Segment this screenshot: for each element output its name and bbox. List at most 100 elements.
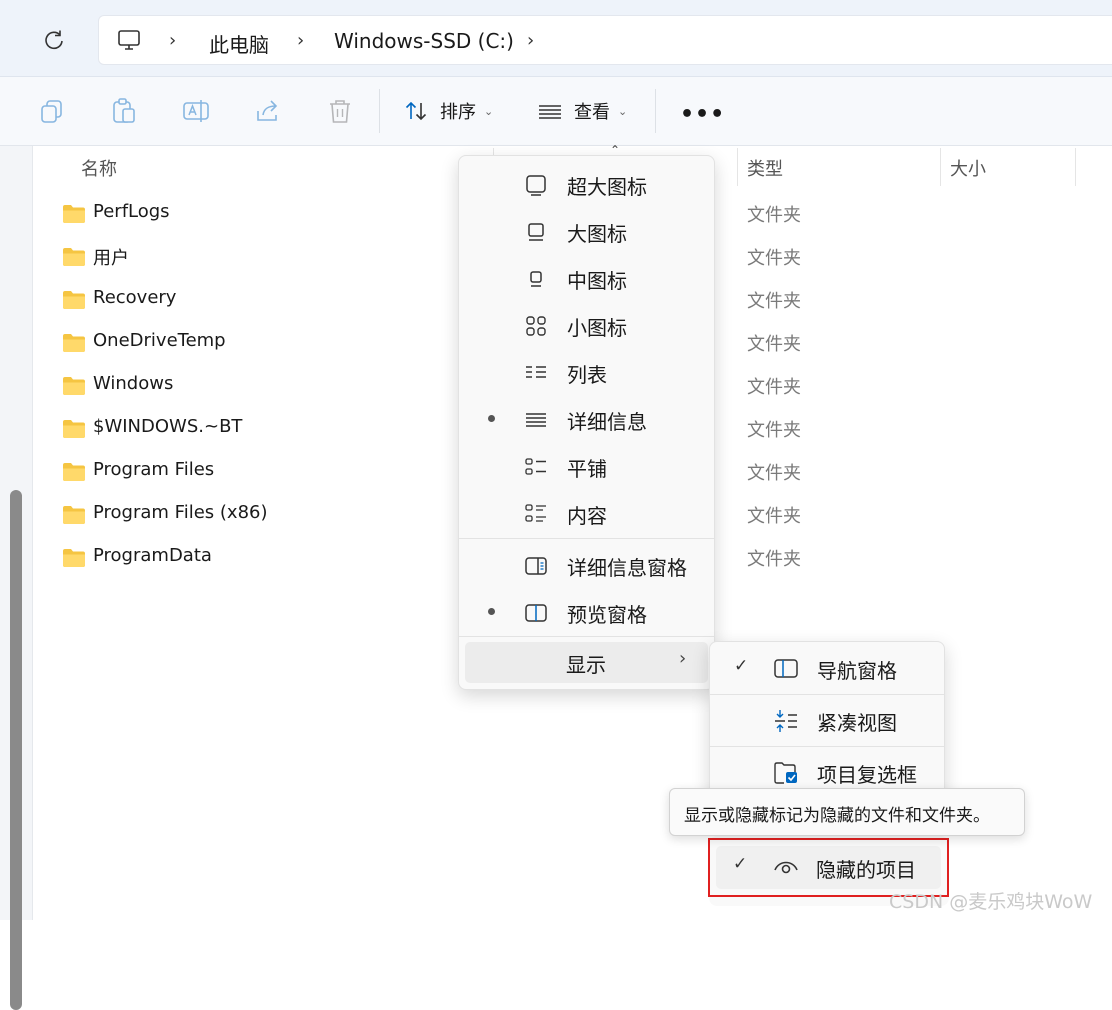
- menu-item-label: 导航窗格: [817, 659, 897, 683]
- file-name: 用户: [93, 248, 129, 269]
- menu-item-label: 内容: [567, 504, 607, 528]
- folder-icon: [62, 462, 86, 486]
- sort-button[interactable]: 排序 ⌄: [404, 95, 493, 127]
- menu-divider: [710, 694, 944, 695]
- navigation-pane[interactable]: [0, 146, 33, 1010]
- more-options-button[interactable]: •••: [680, 102, 725, 127]
- file-type: 文件夹: [747, 463, 801, 484]
- folder-icon: [62, 204, 86, 228]
- chevron-right-icon[interactable]: ›: [297, 30, 304, 51]
- menu-item-details[interactable]: 详细信息: [459, 397, 714, 441]
- folder-icon: [62, 333, 86, 357]
- menu-item-tiles[interactable]: 平铺: [459, 444, 714, 488]
- menu-item-show[interactable]: 显示 ›: [465, 642, 708, 683]
- paste-icon[interactable]: [110, 97, 138, 125]
- copy-icon[interactable]: [38, 97, 66, 125]
- menu-item-details-pane[interactable]: 详细信息窗格: [459, 543, 714, 587]
- file-type: 文件夹: [747, 420, 801, 441]
- file-type: 文件夹: [747, 549, 801, 570]
- view-menu: 超大图标大图标中图标小图标 列表详细信息平铺内容 详细信息窗格 预览窗格 显示 ›: [458, 155, 715, 690]
- toolbar-divider: [379, 89, 380, 133]
- column-header-size[interactable]: 大小: [950, 155, 986, 181]
- menu-item-label: 项目复选框: [817, 763, 917, 787]
- file-name: PerfLogs: [93, 201, 170, 222]
- content-icon: [525, 504, 546, 522]
- eye-icon: [774, 861, 798, 874]
- share-icon[interactable]: [254, 97, 282, 125]
- column-header-name[interactable]: 名称: [81, 155, 117, 181]
- menu-item-medium-icons[interactable]: 中图标: [459, 256, 714, 300]
- file-name: OneDriveTemp: [93, 330, 226, 351]
- file-name: Program Files (x86): [93, 502, 268, 523]
- compact-view-icon: [775, 710, 797, 732]
- menu-item-label: 详细信息: [567, 410, 647, 434]
- folder-icon: [62, 376, 86, 400]
- item-checkboxes-icon: [774, 762, 797, 784]
- file-type: 文件夹: [747, 377, 801, 398]
- menu-item-extra-large-icons[interactable]: 超大图标: [459, 162, 714, 206]
- tiles-icon: [525, 458, 546, 475]
- file-type: 文件夹: [747, 334, 801, 355]
- delete-icon[interactable]: [326, 97, 354, 125]
- file-type: 文件夹: [747, 205, 801, 226]
- breadcrumb-drive[interactable]: Windows-SSD (C:): [334, 29, 514, 53]
- sort-icon: [405, 101, 427, 121]
- small-icons-icon: [526, 316, 546, 336]
- column-divider[interactable]: [940, 148, 941, 186]
- check-icon: ✓: [734, 656, 749, 676]
- preview-pane-icon: [525, 604, 547, 622]
- hidden-items-label: 隐藏的项目: [816, 858, 916, 882]
- file-name: ProgramData: [93, 545, 212, 566]
- folder-icon: [62, 419, 86, 443]
- chevron-right-icon[interactable]: ›: [169, 30, 176, 51]
- menu-item-label: 紧凑视图: [817, 711, 897, 735]
- menu-divider: [710, 746, 944, 747]
- menu-divider: [459, 538, 714, 539]
- menu-item-compact-view[interactable]: 紧凑视图: [710, 696, 944, 746]
- column-divider[interactable]: [737, 148, 738, 186]
- sort-label: 排序: [440, 102, 476, 123]
- menu-item-content[interactable]: 内容: [459, 491, 714, 535]
- rename-icon[interactable]: [182, 97, 210, 125]
- menu-item-label: 超大图标: [567, 175, 647, 199]
- column-header-type[interactable]: 类型: [747, 155, 783, 181]
- menu-item-list[interactable]: 列表: [459, 350, 714, 394]
- view-button[interactable]: 查看 ⌄: [538, 95, 627, 127]
- menu-item-hidden-items[interactable]: ✓ 隐藏的项目: [716, 846, 941, 889]
- refresh-icon: [45, 30, 63, 50]
- list-icon: [526, 366, 546, 378]
- tooltip: 显示或隐藏标记为隐藏的文件和文件夹。: [669, 788, 1025, 836]
- show-label: 显示: [566, 653, 606, 677]
- chevron-right-icon[interactable]: ›: [527, 30, 534, 51]
- menu-item-small-icons[interactable]: 小图标: [459, 303, 714, 347]
- chevron-right-icon: ›: [679, 648, 687, 669]
- view-icon: [539, 105, 561, 119]
- menu-item-label: 中图标: [567, 269, 627, 293]
- breadcrumb-this-pc[interactable]: 此电脑: [209, 29, 269, 58]
- selected-bullet-icon: [488, 415, 495, 422]
- details-icon: [526, 413, 546, 427]
- tooltip-text: 显示或隐藏标记为隐藏的文件和文件夹。: [684, 806, 990, 826]
- menu-item-navigation-pane[interactable]: ✓ 导航窗格: [710, 644, 944, 694]
- file-type: 文件夹: [747, 291, 801, 312]
- file-type: 文件夹: [747, 506, 801, 527]
- this-pc-icon: [118, 30, 140, 50]
- folder-icon: [62, 548, 86, 572]
- show-submenu: ✓ 导航窗格紧凑视图项目复选框: [709, 641, 945, 803]
- refresh-button[interactable]: [38, 24, 70, 56]
- folder-icon: [62, 290, 86, 314]
- navigation-pane-icon: [774, 659, 798, 678]
- menu-item-label: 平铺: [567, 457, 607, 481]
- check-icon: ✓: [733, 854, 748, 874]
- file-name: $WINDOWS.~BT: [93, 416, 243, 437]
- address-input[interactable]: › 此电脑 › Windows-SSD (C:) ›: [98, 15, 1112, 65]
- file-name: Recovery: [93, 287, 177, 308]
- medium-icons-icon: [530, 271, 542, 287]
- scrollbar-thumb[interactable]: [10, 490, 22, 1010]
- column-divider[interactable]: [1075, 148, 1076, 186]
- menu-item-large-icons[interactable]: 大图标: [459, 209, 714, 253]
- address-bar-region: › 此电脑 › Windows-SSD (C:) ›: [0, 0, 1112, 77]
- file-name: Program Files: [93, 459, 215, 480]
- folder-icon: [62, 247, 86, 271]
- menu-item-preview-pane[interactable]: 预览窗格: [459, 590, 714, 634]
